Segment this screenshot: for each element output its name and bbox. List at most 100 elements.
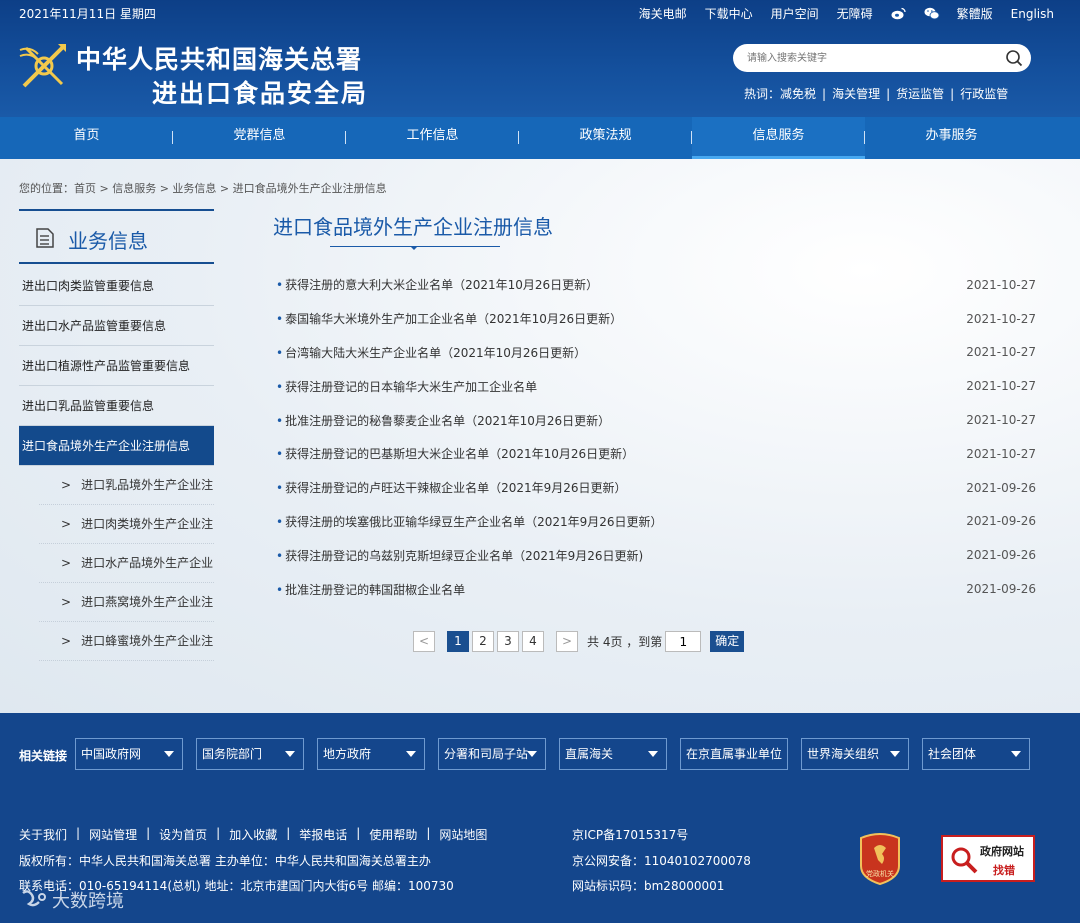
list-item[interactable]: 获得注册登记的卢旺达干辣椒企业名单（2021年9月26日更新） 2021-09-2… (276, 471, 1036, 505)
top-link-accessibility[interactable]: 无障碍 (837, 5, 873, 22)
footer-link-favorite[interactable]: 加入收藏 (229, 826, 277, 843)
select-social-groups[interactable]: 社会团体 (922, 738, 1030, 770)
list-item-title[interactable]: 获得注册登记的巴基斯坦大米企业名单（2021年10月26日更新） (276, 445, 634, 462)
top-link-traditional[interactable]: 繁體版 (957, 5, 993, 22)
page-jump-input[interactable] (665, 631, 702, 652)
chevron-down-icon (890, 751, 900, 757)
search-input[interactable] (747, 49, 997, 67)
search-icon[interactable] (1005, 49, 1023, 67)
list-item-title[interactable]: 获得注册登记的卢旺达干辣椒企业名单（2021年9月26日更新） (276, 479, 626, 496)
wechat-icon[interactable] (924, 7, 940, 20)
icp-number[interactable]: 京ICP备17015317号 (572, 826, 688, 843)
copyright-text: 版权所有：中华人民共和国海关总署 主办单位：中华人民共和国海关总署主办 (19, 854, 431, 868)
nav-item-affairs[interactable]: 办事服务 (865, 117, 1038, 159)
list-item[interactable]: 获得注册的意大利大米企业名单（2021年10月26日更新） 2021-10-27 (276, 268, 1036, 302)
list-item[interactable]: 获得注册登记的乌兹别克斯坦绿豆企业名单（2021年9月26日更新) 2021-09… (276, 538, 1036, 572)
list-item-title[interactable]: 获得注册的埃塞俄比亚输华绿豆生产企业名单（2021年9月26日更新） (276, 513, 662, 530)
list-item-title[interactable]: 台湾输大陆大米生产企业名单（2021年10月26日更新） (276, 344, 586, 361)
select-label: 直属海关 (565, 747, 614, 761)
footer-link-report[interactable]: 举报电话 (299, 826, 347, 843)
list-item-date: 2021-10-27 (966, 277, 1036, 292)
chevron-right-icon: > (61, 478, 72, 492)
select-local-gov[interactable]: 地方政府 (317, 738, 425, 770)
sidebar-item-dairy[interactable]: 进出口乳品监管重要信息 (19, 386, 214, 426)
page-button-2[interactable]: 2 (472, 631, 494, 652)
list-item-title[interactable]: 批准注册登记的韩国甜椒企业名单 (276, 581, 465, 598)
police-record[interactable]: 京公网安备：11040102700078 (572, 852, 751, 869)
page-jump-confirm-button[interactable]: 确定 (710, 631, 745, 652)
top-link-english[interactable]: English (1011, 7, 1054, 21)
sidebar-item-aquatic[interactable]: 进出口水产品监管重要信息 (19, 306, 214, 346)
list-item-date: 2021-09-26 (966, 582, 1036, 597)
list-item-title[interactable]: 获得注册登记的乌兹别克斯坦绿豆企业名单（2021年9月26日更新) (276, 547, 643, 564)
title-underline (330, 246, 500, 250)
nav-item-label: 办事服务 (925, 128, 978, 143)
nav-item-policy[interactable]: 政策法规 (519, 117, 692, 159)
sidebar-item-registration[interactable]: 进口食品境外生产企业注册信息 (19, 426, 214, 466)
org-title-line1: 中华人民共和国海关总署 (76, 45, 363, 74)
list-item[interactable]: 获得注册登记的巴基斯坦大米企业名单（2021年10月26日更新） 2021-10-… (276, 437, 1036, 471)
footer-link-help[interactable]: 使用帮助 (369, 826, 417, 843)
list-item[interactable]: 台湾输大陆大米生产企业名单（2021年10月26日更新） 2021-10-27 (276, 336, 1036, 370)
prev-page-button[interactable]: < (413, 631, 435, 652)
list-item-title[interactable]: 泰国输华大米境外生产加工企业名单（2021年10月26日更新） (276, 310, 622, 327)
select-sub-sites[interactable]: 分署和司局子站 (438, 738, 546, 770)
list-item-title[interactable]: 获得注册登记的日本输华大米生产加工企业名单 (276, 378, 537, 395)
sidebar-subitem[interactable]: > 进口肉类境外生产企业注... (39, 505, 214, 544)
chevron-right-icon: > (61, 556, 72, 570)
select-wco[interactable]: 世界海关组织 (801, 738, 909, 770)
select-direct-customs[interactable]: 直属海关 (559, 738, 667, 770)
list-item-title[interactable]: 批准注册登记的秘鲁藜麦企业名单（2021年10月26日更新） (276, 412, 610, 429)
footer-link-admin[interactable]: 网站管理 (89, 826, 137, 843)
footer-link-sitemap[interactable]: 网站地图 (439, 826, 487, 843)
footer-link-divider: | (356, 826, 361, 840)
top-link-email[interactable]: 海关电邮 (639, 5, 687, 22)
hot-word-link[interactable]: 货运监管 (896, 85, 944, 102)
list-item[interactable]: 获得注册的埃塞俄比亚输华绿豆生产企业名单（2021年9月26日更新） 2021-0… (276, 505, 1036, 539)
list-item-date: 2021-09-26 (966, 548, 1036, 563)
footer-link-set-home[interactable]: 设为首页 (159, 826, 207, 843)
next-page-button[interactable]: > (556, 631, 578, 652)
footer-link-about[interactable]: 关于我们 (19, 826, 67, 843)
weibo-icon[interactable] (891, 7, 906, 20)
main-nav: 首页 党群信息 工作信息 政策法规 信息服务 办事服务 (0, 117, 1080, 159)
party-gov-badge-icon[interactable]: 党政机关 (857, 832, 903, 886)
list-item[interactable]: 泰国输华大米境外生产加工企业名单（2021年10月26日更新） 2021-10-2… (276, 302, 1036, 336)
sidebar-subitem[interactable]: > 进口蜂蜜境外生产企业注... (39, 622, 214, 661)
top-link-user-space[interactable]: 用户空间 (771, 5, 819, 22)
list-item[interactable]: 获得注册登记的日本输华大米生产加工企业名单 2021-10-27 (276, 369, 1036, 403)
select-state-council[interactable]: 国务院部门 (196, 738, 304, 770)
page-button-1[interactable]: 1 (447, 631, 469, 652)
top-link-download[interactable]: 下载中心 (705, 5, 753, 22)
page-title: 进口食品境外生产企业注册信息 (273, 215, 553, 239)
sidebar-subitem[interactable]: > 进口乳品境外生产企业注... (39, 466, 214, 505)
nav-item-party[interactable]: 党群信息 (173, 117, 346, 159)
footer-links: 关于我们 | 网站管理 | 设为首页 | 加入收藏 | 举报电话 | 使用帮助 | 网站地图 (19, 826, 487, 843)
sidebar-item-meat[interactable]: 进出口肉类监管重要信息 (19, 266, 214, 306)
select-gov-portal[interactable]: 中国政府网 (75, 738, 183, 770)
hot-word-divider: | (886, 86, 891, 101)
nav-item-work[interactable]: 工作信息 (346, 117, 519, 159)
nav-item-home[interactable]: 首页 (0, 117, 173, 159)
select-beijing-units[interactable]: 在京直属事业单位 (680, 738, 788, 770)
list-item-title[interactable]: 获得注册的意大利大米企业名单（2021年10月26日更新） (276, 276, 598, 293)
sidebar-subitem[interactable]: > 进口水产品境外生产企业... (39, 544, 214, 583)
chevron-down-icon (527, 751, 537, 757)
nav-item-info-service[interactable]: 信息服务 (692, 117, 865, 159)
watermark: 大数跨境 (20, 887, 124, 913)
hot-word-link[interactable]: 减免税 (780, 85, 816, 102)
chevron-down-icon (648, 751, 658, 757)
gov-site-error-report[interactable]: 政府网站 找错 (941, 835, 1035, 882)
site-header: 2021年11月11日 星期四 海关电邮 下载中心 用户空间 无障碍 繁體版 E… (0, 0, 1080, 117)
footer-link-divider: | (286, 826, 291, 840)
org-title-line2: 进出口食品安全局 (152, 79, 369, 108)
hot-word-link[interactable]: 行政监管 (960, 85, 1008, 102)
page-button-3[interactable]: 3 (497, 631, 519, 652)
hot-word-link[interactable]: 海关管理 (832, 85, 880, 102)
list-item[interactable]: 批准注册登记的秘鲁藜麦企业名单（2021年10月26日更新） 2021-10-27 (276, 403, 1036, 437)
sidebar-subitem[interactable]: > 进口燕窝境外生产企业注... (39, 583, 214, 622)
select-label: 国务院部门 (202, 747, 263, 761)
sidebar-item-plant[interactable]: 进出口植源性产品监管重要信息 (19, 346, 214, 386)
page-button-4[interactable]: 4 (522, 631, 544, 652)
list-item[interactable]: 批准注册登记的韩国甜椒企业名单 2021-09-26 (276, 572, 1036, 606)
